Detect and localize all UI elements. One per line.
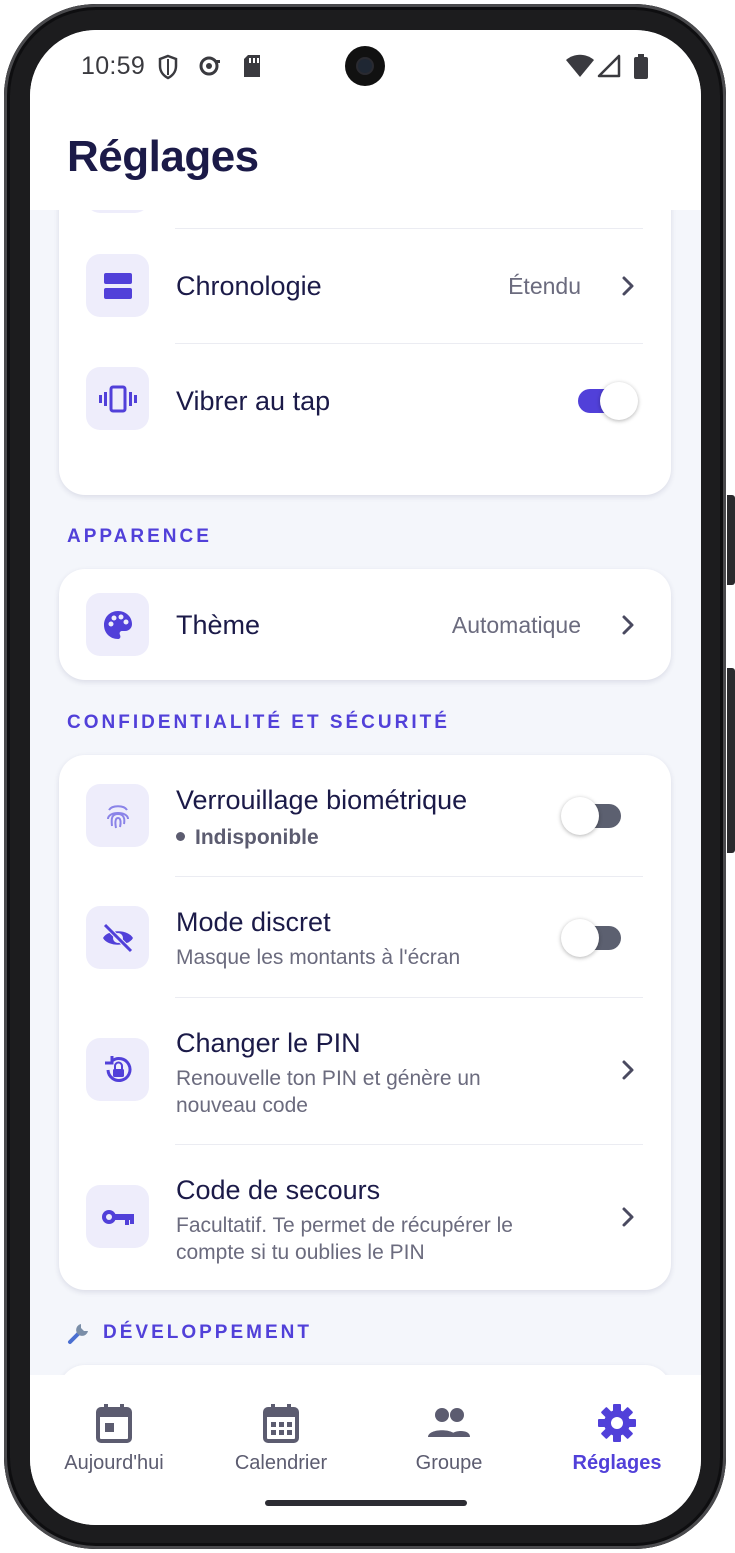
page-title: Réglages — [67, 132, 259, 181]
device-frame: 10:59 Réglages Chronologie Étendu Vibrer… — [0, 0, 735, 1553]
nav-label: Réglages — [572, 1452, 662, 1474]
toggle-knob — [561, 919, 599, 957]
toggle-knob — [600, 382, 638, 420]
sd-card-icon — [242, 54, 262, 83]
discret-label: Mode discret — [176, 907, 331, 937]
discret-subtitle: Masque les montants à l'écran — [176, 946, 461, 969]
chronologie-row[interactable]: Chronologie Étendu — [59, 229, 671, 344]
lock-reset-icon — [86, 1038, 149, 1101]
bottom-navigation: Aujourd'hui Calendrier Groupe Réglages — [30, 1375, 701, 1525]
chronologie-value: Étendu — [508, 273, 581, 299]
pin-row[interactable]: Changer le PIN Renouvelle ton PIN et gén… — [59, 998, 671, 1144]
wrench-icon — [67, 1321, 91, 1350]
nav-aujourdhui[interactable]: Aujourd'hui — [30, 1375, 198, 1485]
calendar-month-icon — [197, 1403, 365, 1443]
development-card — [59, 1365, 671, 1375]
nav-label: Calendrier — [234, 1452, 328, 1474]
status-bar: 10:59 — [30, 30, 701, 110]
home-indicator[interactable] — [265, 1500, 467, 1506]
biometric-row[interactable]: Verrouillage biométrique Indisponible — [59, 755, 671, 876]
biometric-status: Indisponible — [195, 826, 319, 849]
vibrer-label: Vibrer au tap — [176, 386, 331, 416]
discret-toggle[interactable] — [561, 917, 625, 957]
front-camera — [345, 46, 385, 86]
nav-label: Groupe — [415, 1452, 483, 1474]
nfc-icon — [197, 54, 223, 83]
biometric-toggle[interactable] — [561, 795, 625, 835]
privacy-card: Verrouillage biométrique Indisponible Mo… — [59, 755, 671, 1290]
recovery-code-row[interactable]: Code de secours Facultatif. Te permet de… — [59, 1145, 671, 1290]
app-header: Réglages — [30, 110, 701, 210]
theme-row[interactable]: Thème Automatique — [59, 569, 671, 680]
chronologie-label: Chronologie — [176, 271, 322, 301]
eye-off-icon — [86, 906, 149, 969]
battery-icon — [633, 54, 649, 85]
status-dot — [176, 832, 185, 841]
group-icon — [365, 1403, 533, 1443]
recovery-code-label: Code de secours — [176, 1175, 381, 1205]
pin-label: Changer le PIN — [176, 1028, 361, 1058]
chevron-right-icon — [621, 275, 635, 302]
side-button-power — [727, 668, 735, 853]
chevron-right-icon — [621, 1059, 635, 1086]
chevron-right-icon — [621, 614, 635, 641]
gear-icon — [533, 1403, 701, 1443]
nav-calendrier[interactable]: Calendrier — [197, 1375, 365, 1485]
vibrer-row[interactable]: Vibrer au tap — [59, 344, 671, 459]
settings-scroll-area[interactable]: Chronologie Étendu Vibrer au tap APPAREN… — [30, 210, 701, 1375]
general-settings-card: Chronologie Étendu Vibrer au tap — [59, 210, 671, 495]
biometric-label: Verrouillage biométrique — [176, 785, 468, 815]
section-apparence: APPARENCE — [67, 526, 212, 547]
section-confidentialite: CONFIDENTIALITÉ ET SÉCURITÉ — [67, 712, 450, 733]
nav-label: Aujourd'hui — [64, 1452, 164, 1474]
shield-icon — [157, 54, 179, 85]
chevron-right-icon — [621, 1206, 635, 1233]
palette-icon — [86, 593, 149, 656]
partial-row-icon — [86, 210, 149, 213]
theme-value: Automatique — [451, 612, 581, 638]
fingerprint-icon — [86, 784, 149, 847]
timeline-icon — [86, 254, 149, 317]
section-developpement: DÉVELOPPEMENT — [103, 1322, 312, 1343]
pin-subtitle: Renouvelle ton PIN et génère un nouveau … — [176, 1067, 481, 1117]
key-icon — [86, 1185, 149, 1248]
vibrate-icon — [86, 367, 149, 430]
screen: 10:59 Réglages Chronologie Étendu Vibrer… — [30, 30, 701, 1525]
calendar-today-icon — [30, 1403, 198, 1443]
nav-reglages[interactable]: Réglages — [533, 1375, 701, 1485]
theme-label: Thème — [176, 610, 261, 640]
appearance-card: Thème Automatique — [59, 569, 671, 680]
signal-icon — [597, 54, 621, 83]
toggle-knob — [561, 797, 599, 835]
vibrer-toggle[interactable] — [574, 380, 638, 420]
status-time: 10:59 — [81, 52, 146, 80]
nav-groupe[interactable]: Groupe — [365, 1375, 533, 1485]
wifi-icon — [565, 54, 595, 83]
recovery-code-subtitle: Facultatif. Te permet de récupérer le co… — [176, 1214, 513, 1264]
side-button-volume — [727, 495, 735, 585]
discret-row[interactable]: Mode discret Masque les montants à l'écr… — [59, 877, 671, 998]
